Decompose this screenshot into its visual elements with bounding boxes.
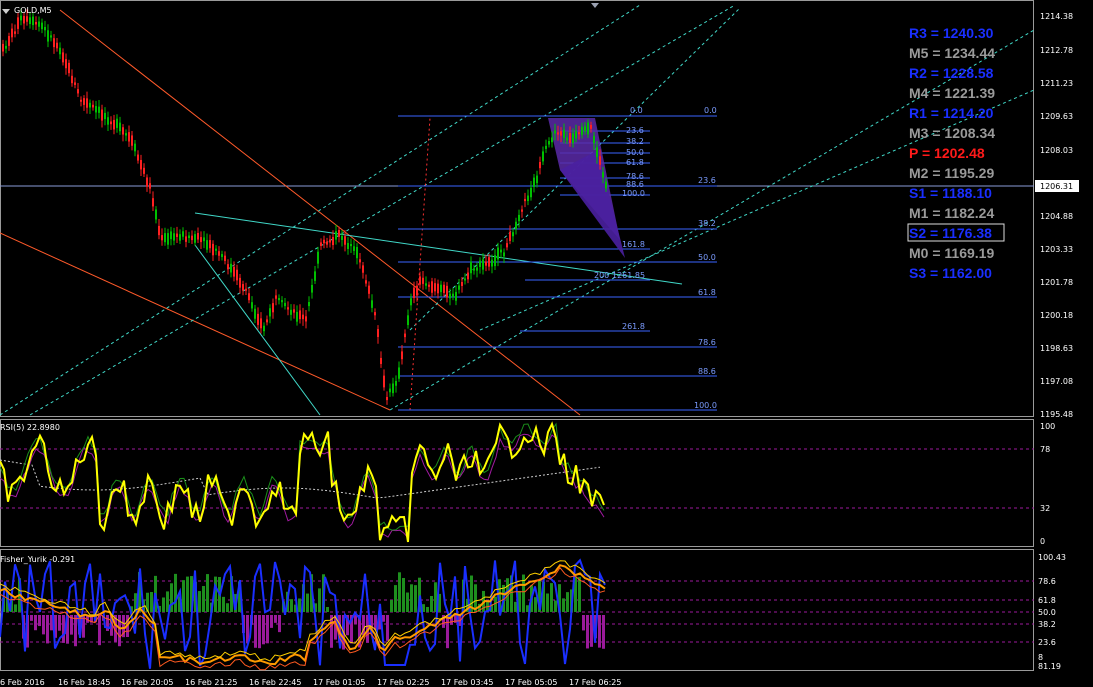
pivot-level-0: R3 = 1240.30 xyxy=(909,25,994,41)
pivot-level-1: M5 = 1234.44 xyxy=(909,45,995,61)
pivot-level-2: R2 = 1228.58 xyxy=(909,65,994,81)
chart-window: 0.0 0.0 23.6 38.2 50.0 61.8 78.6 88.6 10… xyxy=(0,0,1093,687)
pivot-level-11: M0 = 1169.19 xyxy=(909,245,994,261)
pivot-level-8: S1 = 1188.10 xyxy=(909,185,992,201)
pivot-level-10: S2 = 1176.38 xyxy=(909,225,992,241)
pivot-level-3: M4 = 1221.39 xyxy=(909,85,995,101)
pivot-levels: R3 = 1240.30 M5 = 1234.44 R2 = 1228.58 M4 =… xyxy=(907,25,1005,281)
pivot-level-12: S3 = 1162.00 xyxy=(909,265,992,281)
pivot-level-6: P = 1202.48 xyxy=(909,145,985,161)
pivot-level-4: R1 = 1214.20 xyxy=(909,105,994,121)
pivot-level-7: M2 = 1195.29 xyxy=(909,165,994,181)
pivot-level-5: M3 = 1208.34 xyxy=(909,125,995,141)
pivot-level-9: M1 = 1182.24 xyxy=(909,205,994,221)
